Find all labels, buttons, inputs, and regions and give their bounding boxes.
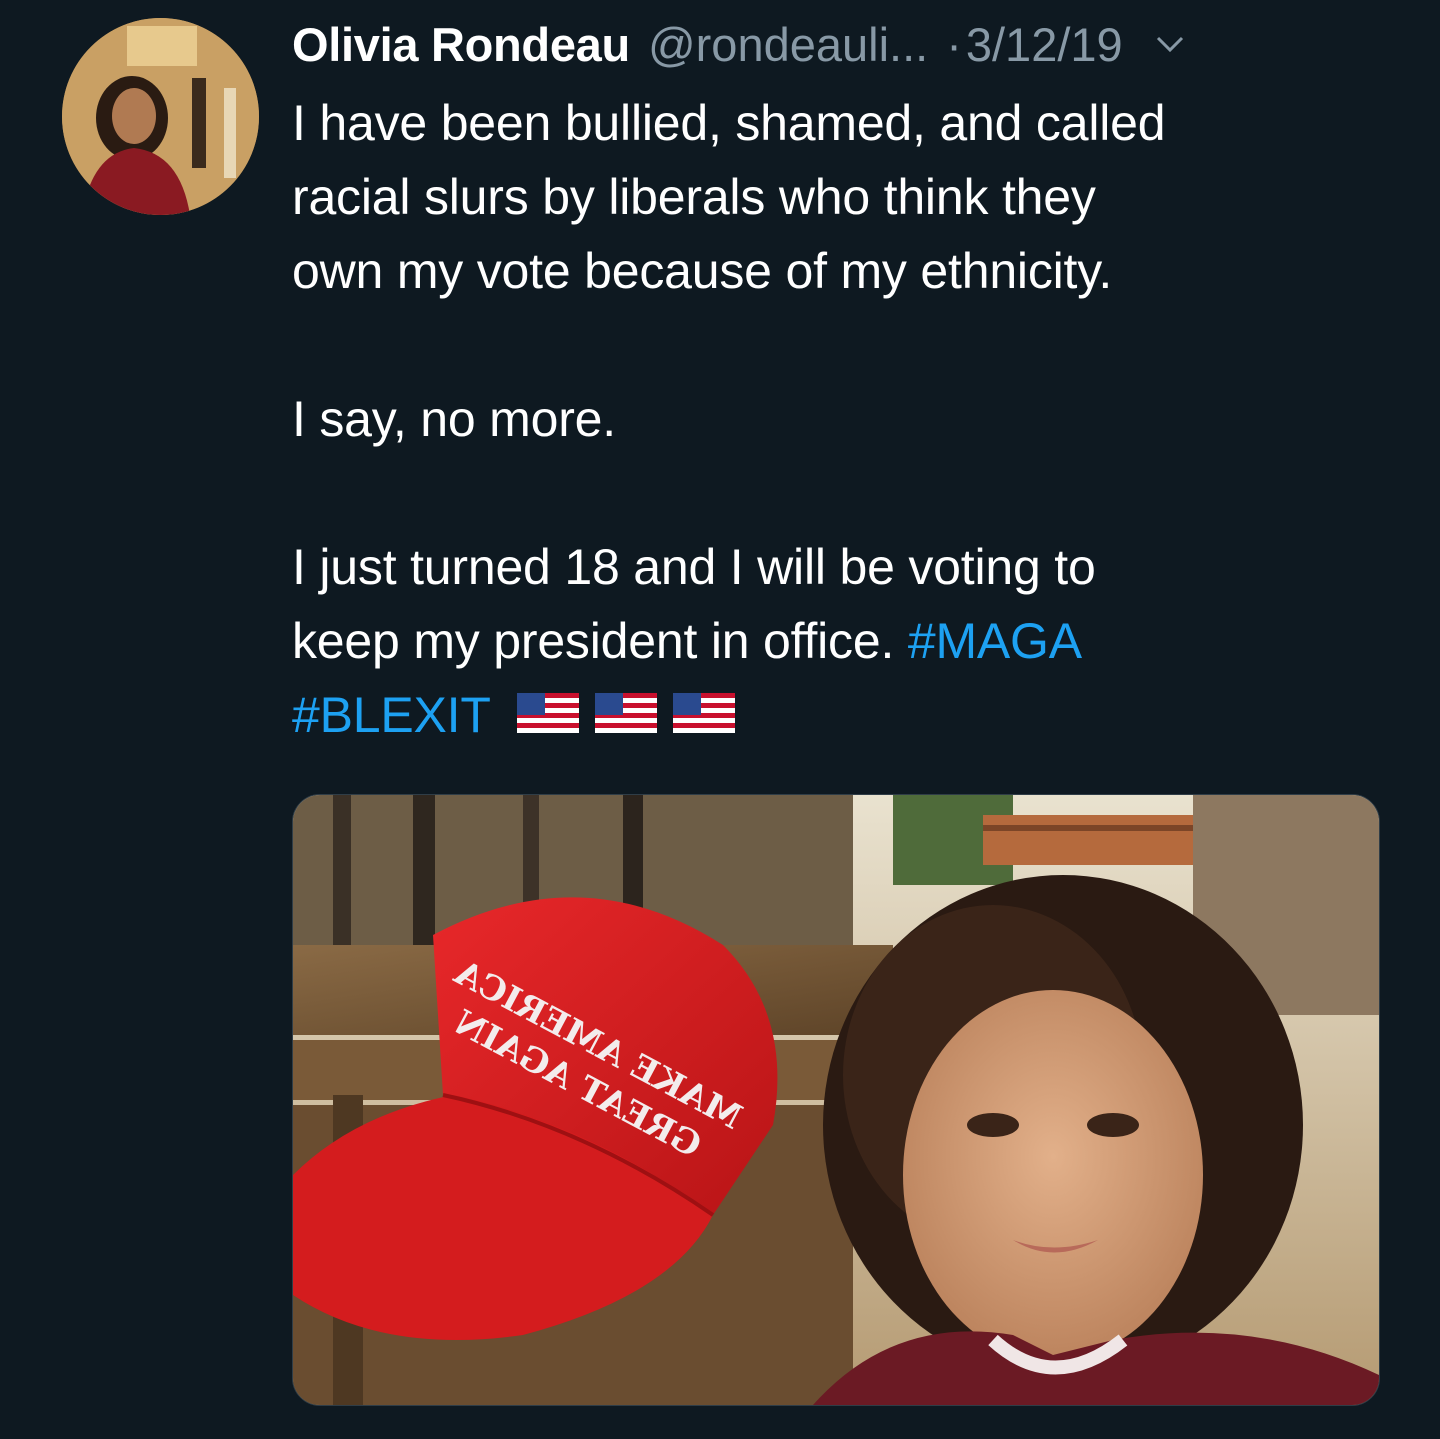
chevron-down-icon[interactable]	[1153, 27, 1187, 61]
tweet-photo[interactable]: MAKE AMERICA GREAT AGAIN	[292, 794, 1380, 1406]
tweet-text: I have been bullied, shamed, and called …	[292, 86, 1402, 752]
tweet-date[interactable]: 3/12/19	[966, 17, 1123, 72]
tweet: Olivia Rondeau @rondeauli... · 3/12/19 I…	[0, 0, 1440, 1439]
display-name[interactable]: Olivia Rondeau	[292, 17, 630, 72]
us-flag-icon	[516, 692, 579, 733]
user-handle[interactable]: @rondeauli...	[648, 17, 928, 72]
text-line: racial slurs by liberals who think they	[292, 169, 1096, 225]
text-line: I say, no more.	[292, 391, 616, 447]
emoji-group	[516, 692, 735, 733]
avatar[interactable]	[62, 18, 259, 215]
us-flag-icon	[594, 692, 657, 733]
hashtag-maga[interactable]: #MAGA	[908, 613, 1082, 669]
text-line: keep my president in office. #MAGA	[292, 604, 1402, 678]
text-line: I have been bullied, shamed, and called	[292, 95, 1166, 151]
tweet-header: Olivia Rondeau @rondeauli... · 3/12/19	[292, 14, 1402, 74]
text-segment: keep my president in office.	[292, 613, 895, 669]
hashtag-blexit[interactable]: #BLEXIT	[292, 687, 491, 743]
text-line: own my vote because of my ethnicity.	[292, 243, 1113, 299]
text-line: I just turned 18 and I will be voting to	[292, 539, 1096, 595]
us-flag-icon	[672, 692, 735, 733]
separator-dot: ·	[946, 17, 962, 71]
text-line: #BLEXIT	[292, 678, 1402, 752]
